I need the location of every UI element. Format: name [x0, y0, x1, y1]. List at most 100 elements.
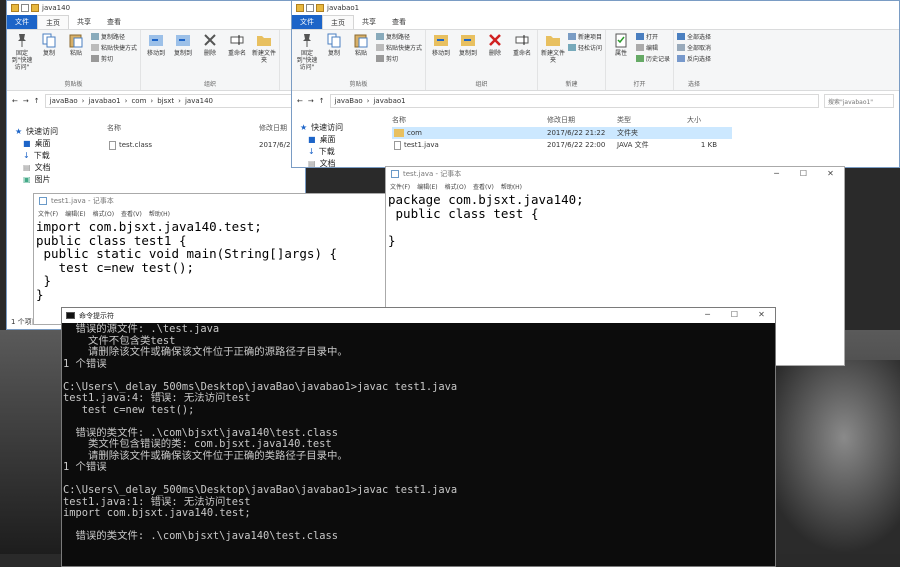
- explorer1-titlebar[interactable]: java140: [7, 1, 305, 15]
- menu-file[interactable]: 文件(F): [38, 209, 58, 218]
- up-icon[interactable]: ↑: [34, 97, 40, 105]
- tab-home[interactable]: 主页: [37, 15, 69, 29]
- breadcrumb-com[interactable]: com: [131, 97, 146, 105]
- column-header-name[interactable]: 名称: [107, 123, 259, 133]
- nav-pictures[interactable]: ▣ 图片: [7, 173, 102, 185]
- tab-share[interactable]: 共享: [69, 15, 99, 29]
- explorer2-titlebar[interactable]: javabao1: [292, 1, 899, 15]
- menu-edit[interactable]: 编辑(E): [65, 209, 85, 218]
- move-to-button[interactable]: 移动到: [144, 32, 168, 64]
- address-bar[interactable]: javaBao › javabao1: [329, 94, 819, 108]
- select-all-button[interactable]: 全部选择: [677, 32, 711, 41]
- back-icon[interactable]: ←: [12, 97, 18, 105]
- new-folder-quick-icon[interactable]: [31, 4, 39, 12]
- search-input[interactable]: 搜索"javabao1": [824, 94, 894, 108]
- properties-button[interactable]: 属性: [609, 32, 633, 63]
- tab-share[interactable]: 共享: [354, 15, 384, 29]
- menu-help[interactable]: 帮助(H): [149, 209, 170, 218]
- file-row-com[interactable]: com 2017/6/22 21:22 文件夹: [392, 127, 732, 139]
- copy-path-button[interactable]: 复制路径: [376, 32, 422, 41]
- nav-downloads[interactable]: ↓ 下载: [7, 149, 102, 161]
- new-folder-quick-icon[interactable]: [316, 4, 324, 12]
- copy-to-button[interactable]: 复制到: [456, 32, 480, 57]
- move-to-button[interactable]: 移动到: [429, 32, 453, 57]
- select-none-button[interactable]: 全部取消: [677, 43, 711, 52]
- forward-icon[interactable]: →: [308, 97, 314, 105]
- cut-button[interactable]: 剪切: [91, 54, 137, 63]
- nav-downloads[interactable]: ↓ 下载: [292, 145, 387, 157]
- address-bar[interactable]: javaBao › javabao1 › com › bjsxt › java140: [44, 94, 300, 108]
- history-button[interactable]: 历史记录: [636, 54, 670, 63]
- rename-button[interactable]: 重命名: [225, 32, 249, 64]
- breadcrumb-javabao1[interactable]: javabao1: [373, 97, 405, 105]
- copy-path-button[interactable]: 复制路径: [91, 32, 137, 41]
- nav-quick-access[interactable]: ★ 快速访问: [7, 125, 102, 137]
- breadcrumb-javabao1[interactable]: javabao1: [88, 97, 120, 105]
- nav-desktop[interactable]: ■ 桌面: [292, 133, 387, 145]
- minimize-icon[interactable]: ─: [694, 308, 721, 322]
- new-folder-button[interactable]: 新建文件夹: [541, 32, 565, 64]
- close-icon[interactable]: ✕: [817, 167, 844, 181]
- maximize-icon[interactable]: ☐: [790, 167, 817, 181]
- cmd-titlebar[interactable]: 命令提示符: [62, 308, 775, 323]
- column-header-type[interactable]: 类型: [617, 115, 687, 125]
- maximize-icon[interactable]: ☐: [721, 308, 748, 322]
- rename-button[interactable]: 重命名: [510, 32, 534, 57]
- menu-help[interactable]: 帮助(H): [501, 182, 522, 191]
- notepad2-text-area[interactable]: package com.bjsxt.java140; public class …: [386, 192, 844, 248]
- properties-quick-icon[interactable]: [306, 4, 314, 12]
- tab-file[interactable]: 文件: [7, 15, 37, 29]
- breadcrumb-javabao[interactable]: javaBao: [335, 97, 363, 105]
- close-icon[interactable]: ✕: [748, 308, 775, 322]
- paste-button[interactable]: 粘贴: [64, 32, 88, 71]
- nav-desktop[interactable]: ■ 桌面: [7, 137, 102, 149]
- menu-edit[interactable]: 编辑(E): [417, 182, 437, 191]
- pin-quick-access-button[interactable]: 固定到"快速访问": [10, 32, 34, 71]
- back-icon[interactable]: ←: [297, 97, 303, 105]
- nav-quick-access[interactable]: ★ 快速访问: [292, 121, 387, 133]
- delete-button[interactable]: 删除: [198, 32, 222, 64]
- menu-file[interactable]: 文件(F): [390, 182, 410, 191]
- delete-button[interactable]: 删除: [483, 32, 507, 57]
- menu-view[interactable]: 查看(V): [473, 182, 494, 191]
- paste-shortcut-button[interactable]: 粘贴快捷方式: [376, 43, 422, 52]
- tab-home[interactable]: 主页: [322, 15, 354, 29]
- nav-documents[interactable]: ▤ 文档: [292, 157, 387, 168]
- notepad1-text-area[interactable]: import com.bjsxt.java140.test; public cl…: [34, 219, 392, 302]
- paste-button[interactable]: 粘贴: [349, 32, 373, 71]
- minimize-icon[interactable]: ─: [763, 167, 790, 181]
- column-header-date[interactable]: 修改日期: [259, 123, 287, 133]
- notepad1-titlebar[interactable]: test1.java - 记事本: [34, 194, 392, 208]
- new-item-button[interactable]: 新建项目: [568, 32, 602, 41]
- forward-icon[interactable]: →: [23, 97, 29, 105]
- invert-selection-button[interactable]: 反向选择: [677, 54, 711, 63]
- column-header-size[interactable]: 大小: [687, 115, 701, 125]
- breadcrumb-javabao[interactable]: javaBao: [50, 97, 78, 105]
- paste-shortcut-button[interactable]: 粘贴快捷方式: [91, 43, 137, 52]
- file-row-test1-java[interactable]: test1.java 2017/6/22 22:00 JAVA 文件 1 KB: [392, 139, 732, 151]
- pin-quick-access-button[interactable]: 固定到"快速访问": [295, 32, 319, 71]
- file-row-test-class[interactable]: test.class 2017/6/2: [107, 139, 305, 151]
- menu-view[interactable]: 查看(V): [121, 209, 142, 218]
- nav-documents[interactable]: ▤ 文档: [7, 161, 102, 173]
- menu-format[interactable]: 格式(O): [93, 209, 114, 218]
- cut-button[interactable]: 剪切: [376, 54, 422, 63]
- tab-view[interactable]: 查看: [384, 15, 414, 29]
- copy-button[interactable]: 复制: [37, 32, 61, 71]
- new-folder-button[interactable]: 新建文件夹: [252, 32, 276, 64]
- breadcrumb-bjsxt[interactable]: bjsxt: [157, 97, 174, 105]
- tab-file[interactable]: 文件: [292, 15, 322, 29]
- breadcrumb-java140[interactable]: java140: [185, 97, 213, 105]
- copy-button[interactable]: 复制: [322, 32, 346, 71]
- menu-format[interactable]: 格式(O): [445, 182, 466, 191]
- column-header-date[interactable]: 修改日期: [547, 115, 617, 125]
- cmd-output[interactable]: 错误的源文件: .\test.java 文件不包含类test 请删除该文件或确保…: [62, 323, 775, 544]
- properties-quick-icon[interactable]: [21, 4, 29, 12]
- open-button[interactable]: 打开: [636, 32, 670, 41]
- copy-to-button[interactable]: 复制到: [171, 32, 195, 64]
- tab-view[interactable]: 查看: [99, 15, 129, 29]
- up-icon[interactable]: ↑: [319, 97, 325, 105]
- column-header-name[interactable]: 名称: [392, 115, 547, 125]
- easy-access-button[interactable]: 轻松访问: [568, 43, 602, 52]
- edit-button[interactable]: 编辑: [636, 43, 670, 52]
